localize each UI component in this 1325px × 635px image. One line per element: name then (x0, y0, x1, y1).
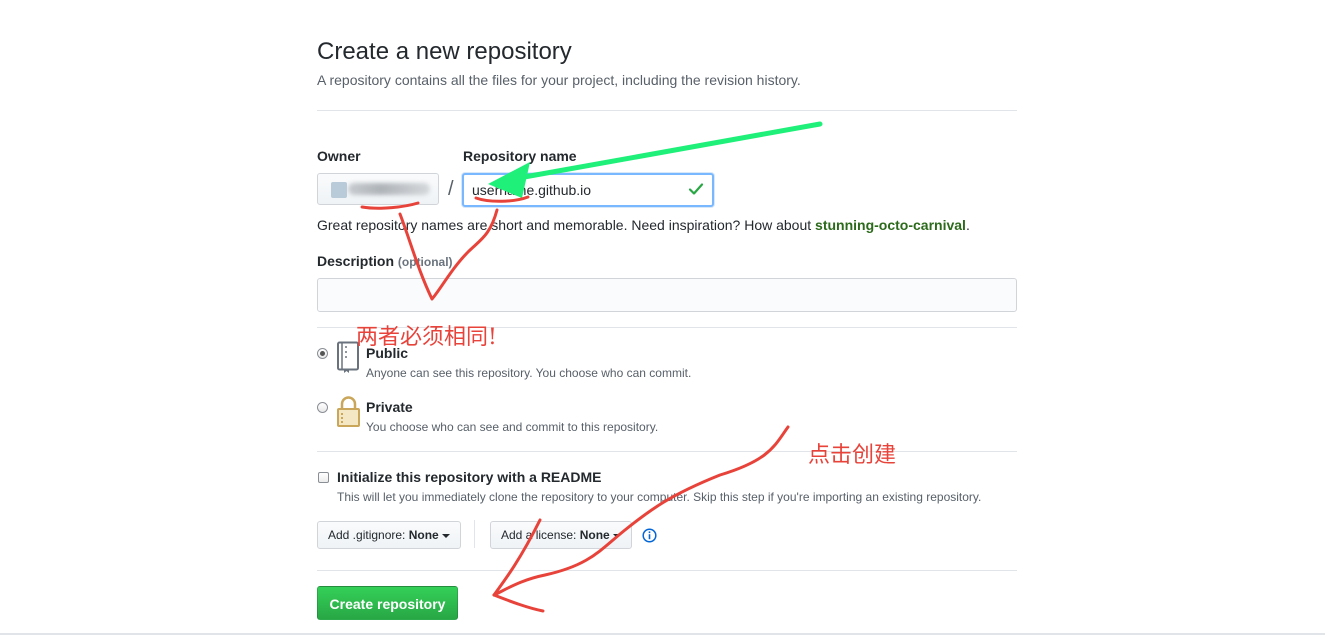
create-repository-button[interactable]: Create repository (317, 586, 458, 620)
hint-text: Great repository names are short and mem… (317, 217, 816, 233)
owner-name-redacted (348, 183, 430, 195)
owner-label: Owner (317, 148, 361, 164)
caret-down-icon (612, 533, 621, 538)
readme-title: Initialize this repository with a README (337, 469, 602, 485)
page-subtitle: A repository contains all the files for … (317, 72, 801, 88)
page-title: Create a new repository (317, 38, 572, 65)
readme-note: This will let you immediately clone the … (337, 490, 982, 504)
repo-name-label: Repository name (463, 148, 577, 164)
optional-tag: (optional) (397, 255, 453, 269)
name-suggestion-link[interactable]: stunning-octo-carnival (815, 217, 966, 233)
click-create-annotation: 点击创建 (808, 443, 897, 468)
public-note: Anyone can see this repository. You choo… (366, 366, 692, 380)
gitignore-prefix: Add .gitignore: (328, 528, 409, 542)
description-input[interactable] (317, 278, 1017, 312)
divider (317, 110, 1017, 111)
repo-name-input[interactable] (462, 173, 714, 207)
hint-suffix: . (965, 217, 970, 233)
owner-repo-separator: / (448, 178, 454, 200)
readme-checkbox[interactable] (318, 472, 329, 483)
private-radio[interactable] (317, 402, 328, 413)
owner-avatar (331, 182, 347, 198)
gitignore-value: None (408, 528, 439, 542)
lock-icon (337, 396, 360, 427)
private-title: Private (366, 399, 413, 415)
check-icon (688, 183, 704, 195)
divider (317, 451, 1017, 452)
description-label-text: Description (317, 253, 395, 269)
private-note: You choose who can see and commit to thi… (366, 420, 659, 434)
repo-name-hint: Great repository names are short and mem… (317, 217, 970, 233)
license-value: None (579, 528, 610, 542)
license-prefix: Add a license: (501, 528, 580, 542)
license-select[interactable]: Add a license: None (490, 521, 632, 549)
annotation-overlay (360, 121, 823, 613)
info-icon[interactable] (642, 528, 657, 543)
public-radio[interactable] (317, 348, 328, 359)
owner-select[interactable] (317, 173, 439, 205)
description-label: Description (optional) (317, 253, 453, 269)
divider (317, 570, 1017, 571)
same-name-annotation: 两者必须相同! (356, 325, 497, 350)
caret-down-icon (441, 533, 450, 538)
gitignore-select[interactable]: Add .gitignore: None (317, 521, 461, 549)
select-separator (474, 520, 475, 548)
red-arrow-annotation (492, 425, 790, 613)
